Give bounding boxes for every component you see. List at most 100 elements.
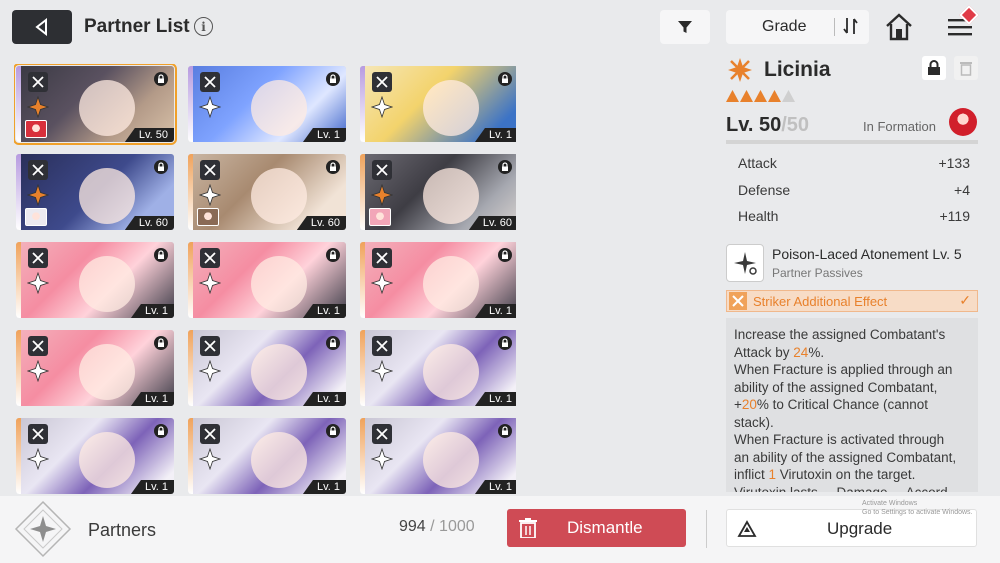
partner-card[interactable]: Lv. 1 <box>16 418 174 494</box>
star-filled-icon <box>754 90 767 102</box>
trash-button[interactable] <box>954 56 978 80</box>
sort-grade-button[interactable]: Grade <box>726 10 869 44</box>
passive-skill-icon <box>726 244 764 282</box>
shuriken-icon <box>199 96 221 118</box>
partner-card[interactable]: Lv. 1 <box>188 66 346 142</box>
stat-label: Health <box>738 208 779 224</box>
crossed-swords-icon <box>200 336 220 356</box>
info-icon[interactable]: i <box>194 17 213 36</box>
crossed-swords-icon <box>200 424 220 444</box>
desc-line: When Fracture is applied through an <box>734 362 953 377</box>
sort-divider <box>834 18 835 36</box>
lock-icon <box>326 336 340 350</box>
passive-skill[interactable]: Poison-Laced Atonement Lv. 5 Partner Pas… <box>726 242 978 284</box>
assigned-owner-avatar <box>25 208 47 226</box>
partner-card[interactable]: Lv. 1 <box>188 242 346 318</box>
sort-order-icon[interactable] <box>842 16 860 36</box>
lock-icon <box>326 424 340 438</box>
crossed-swords-icon <box>200 160 220 180</box>
lock-icon <box>498 248 512 262</box>
partner-detail-panel: Licinia Lv. 50/50 In Formation Attack +1… <box>720 52 990 492</box>
partner-card[interactable]: Lv. 1 <box>188 418 346 494</box>
lock-button[interactable] <box>922 56 946 80</box>
desc-line: Increase the assigned Combatant's <box>734 327 946 342</box>
desc-line: inflict 1 Virutoxin on the target. <box>734 467 916 482</box>
passive-description: Increase the assigned Combatant's Attack… <box>726 318 978 492</box>
lock-icon <box>498 72 512 86</box>
desc-line: When Fracture is activated through <box>734 432 945 447</box>
partner-card[interactable]: Lv. 60 <box>360 154 516 230</box>
striker-effect-banner: Striker Additional Effect ✓ <box>726 290 978 312</box>
partner-level: Lv. 50/50 <box>726 114 809 137</box>
partner-level-max: /50 <box>781 114 810 136</box>
shuriken-icon <box>27 272 49 294</box>
page-title: Partner List <box>84 16 190 37</box>
lock-icon <box>154 248 168 262</box>
trash-icon <box>519 518 537 538</box>
partner-card[interactable]: Lv. 60 <box>188 154 346 230</box>
partner-card[interactable]: Lv. 1 <box>360 330 516 406</box>
star-filled-icon <box>768 90 781 102</box>
shuriken-icon <box>199 272 221 294</box>
star-rating <box>726 90 795 102</box>
formation-avatar[interactable] <box>949 108 977 136</box>
shuriken-icon <box>371 272 393 294</box>
stat-label: Attack <box>738 155 777 171</box>
partner-card[interactable]: Lv. 1 <box>360 418 516 494</box>
star-filled-icon <box>740 90 753 102</box>
shuriken-icon <box>199 360 221 382</box>
partner-count-max: / 1000 <box>425 518 475 535</box>
stat-row-health: Health +119 <box>726 204 978 228</box>
partner-card[interactable]: Lv. 1 <box>16 330 174 406</box>
shuriken-icon <box>199 184 221 206</box>
top-bar: Partner List i Grade <box>0 0 1000 56</box>
stat-value: +133 <box>938 155 970 171</box>
lock-icon <box>498 336 512 350</box>
lock-icon <box>498 160 512 174</box>
desc-line: +20% to Critical Chance (cannot <box>734 397 928 412</box>
back-arrow-icon <box>35 18 47 36</box>
partner-card[interactable]: Lv. 50 <box>14 64 177 145</box>
striker-effect-label: Striker Additional Effect <box>753 294 888 309</box>
assigned-owner-avatar <box>197 208 219 226</box>
star-empty-icon <box>782 90 795 102</box>
upgrade-arrow-icon <box>737 520 757 537</box>
filter-button[interactable] <box>660 10 710 44</box>
striker-effect-icon <box>729 292 747 310</box>
striker-class-icon <box>728 58 752 82</box>
crossed-swords-icon <box>28 424 48 444</box>
partners-emblem-icon <box>14 500 72 558</box>
partner-card[interactable]: Lv. 60 <box>16 154 174 230</box>
dismantle-button[interactable]: Dismantle <box>507 509 686 547</box>
shield-icon <box>28 160 48 180</box>
partner-card[interactable]: Lv. 1 <box>188 330 346 406</box>
crossed-swords-icon <box>200 248 220 268</box>
crossed-swords-icon <box>200 72 220 92</box>
shuriken-icon <box>371 448 393 470</box>
assigned-owner-avatar <box>369 208 391 226</box>
back-button[interactable] <box>12 10 72 44</box>
partner-card[interactable]: Lv. 1 <box>360 66 516 142</box>
crossed-swords-icon <box>28 248 48 268</box>
stat-row-defense: Defense +4 <box>726 178 978 202</box>
lock-icon <box>498 424 512 438</box>
sort-grade-label: Grade <box>762 18 807 35</box>
lock-icon <box>326 248 340 262</box>
lock-icon <box>154 72 168 86</box>
lock-icon <box>326 160 340 174</box>
lock-icon <box>928 60 940 75</box>
lock-icon <box>154 336 168 350</box>
star-filled-icon <box>726 90 739 102</box>
lock-icon <box>326 72 340 86</box>
partner-card[interactable]: Lv. 1 <box>16 242 174 318</box>
filter-icon <box>678 21 692 33</box>
partner-count: 994 / 1000 <box>399 518 475 536</box>
shuriken-icon <box>199 448 221 470</box>
crossed-swords-icon <box>372 424 392 444</box>
shuriken-icon <box>27 360 49 382</box>
shuriken-icon <box>371 96 393 118</box>
home-icon[interactable] <box>884 12 914 42</box>
striker-icon <box>27 184 49 206</box>
stat-value: +4 <box>954 182 970 198</box>
partner-card[interactable]: Lv. 1 <box>360 242 516 318</box>
